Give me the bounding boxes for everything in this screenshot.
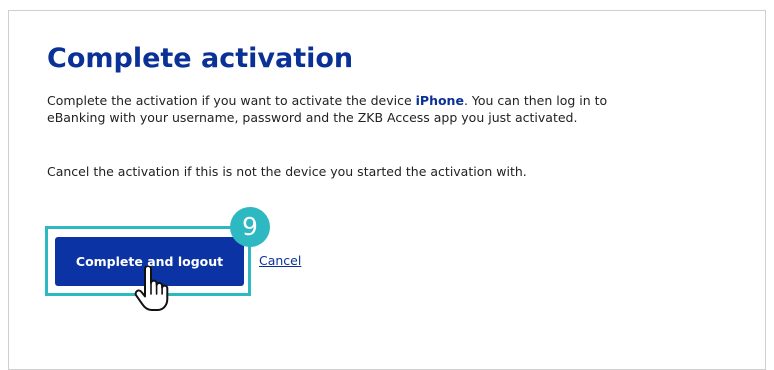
hand-pointer-icon (134, 266, 169, 311)
description-text-start: Complete the activation if you want to a… (47, 93, 416, 108)
step-number-badge: 9 (230, 207, 270, 247)
cancel-description: Cancel the activation if this is not the… (47, 164, 527, 179)
page-title: Complete activation (47, 43, 354, 74)
device-name: iPhone (415, 93, 464, 108)
activation-description: Complete the activation if you want to a… (47, 92, 627, 126)
cancel-link[interactable]: Cancel (259, 253, 301, 268)
